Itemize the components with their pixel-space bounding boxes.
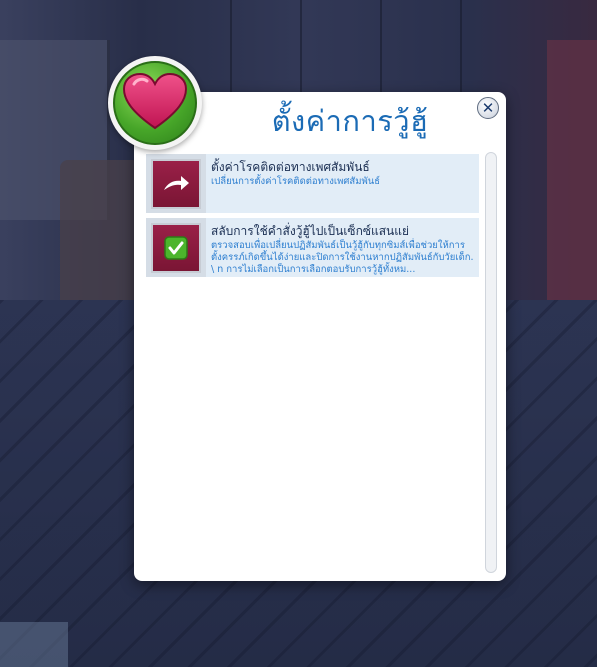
item-icon-tile [151, 222, 201, 273]
checkmark-icon [164, 235, 188, 260]
item-icon-tile [151, 158, 201, 209]
background-cabinet [547, 40, 597, 320]
heart-icon [122, 72, 188, 130]
item-name: ตั้งค่าโรคติดต่อทางเพศสัมพันธ์ [211, 160, 370, 174]
item-name: สลับการใช้คำสั่งวู้ฮู้ไปเป็นเซ็กซ์แสนแย่ [211, 224, 410, 238]
settings-list: ตั้งค่าโรคติดต่อทางเพศสัมพันธ์ เปลี่ยนกา… [146, 154, 479, 282]
list-item-sti-settings[interactable]: ตั้งค่าโรคติดต่อทางเพศสัมพันธ์ เปลี่ยนกา… [146, 154, 479, 213]
list-item-toggle-risky-woohoo[interactable]: สลับการใช้คำสั่งวู้ฮู้ไปเป็นเซ็กซ์แสนแย่… [146, 218, 479, 277]
woohoo-settings-dialog: ตั้งค่าการวู้ฮู้ ✕ ตั้งค่าโรคติดต่อทางเพ… [134, 92, 506, 581]
curved-arrow-icon [164, 175, 189, 190]
item-description: ตรวจสอบเพื่อเปลี่ยนปฏิสัมพันธ์เป็นวู้ฮู้… [211, 240, 474, 275]
item-thumbnail [146, 218, 206, 277]
background-pad [0, 622, 68, 667]
scrollbar[interactable] [485, 152, 497, 573]
item-description: เปลี่ยนการตั้งค่าโรคติดต่อทางเพศสัมพันธ์ [211, 176, 381, 187]
close-button[interactable]: ✕ [477, 97, 499, 119]
dialog-badge [108, 56, 202, 150]
item-thumbnail [146, 154, 206, 213]
close-icon: ✕ [481, 98, 495, 117]
